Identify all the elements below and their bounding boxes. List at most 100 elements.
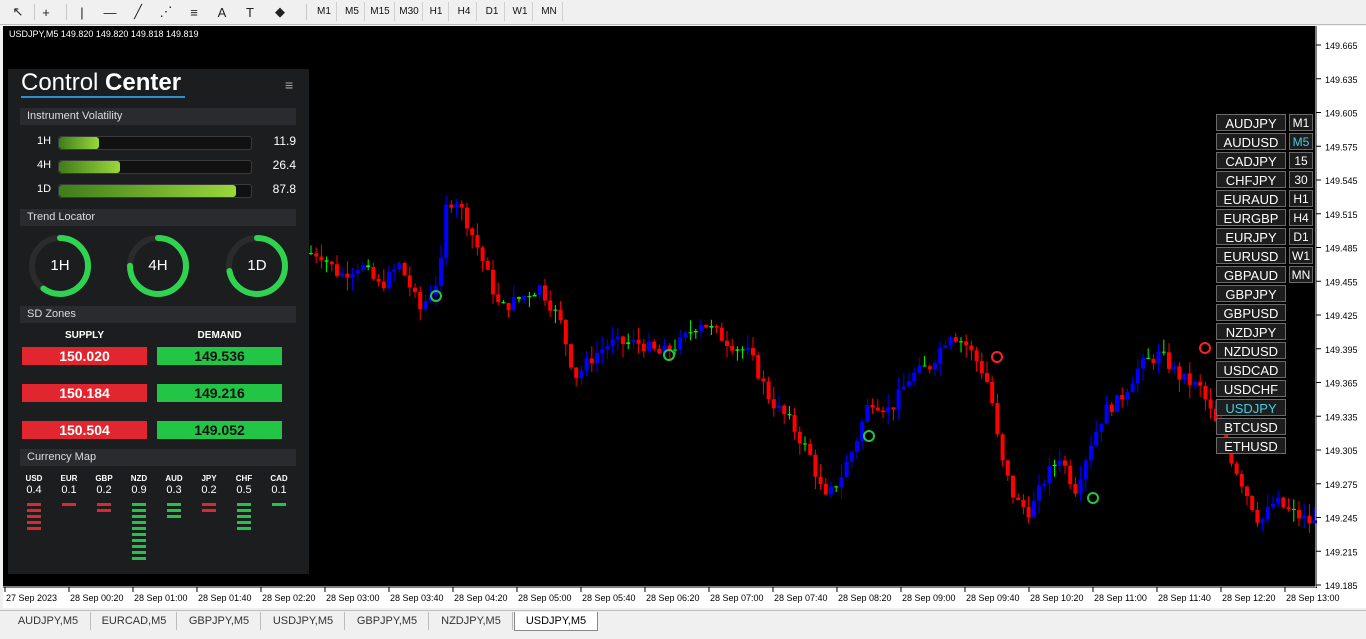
candle-body [392, 269, 397, 272]
volatility-bar-fill [59, 137, 99, 149]
candle-body [1255, 509, 1260, 523]
side-timeframe-m1[interactable]: M1 [1289, 114, 1313, 131]
timeframe-h1[interactable]: H1 [424, 2, 449, 21]
signal-circle [863, 430, 875, 442]
symbol-button-ethusd[interactable]: ETHUSD [1216, 437, 1286, 454]
symbol-button-eurusd[interactable]: EURUSD [1216, 247, 1286, 264]
side-timeframe-d1[interactable]: D1 [1289, 228, 1313, 245]
trend-gauge-1h: 1H [28, 234, 92, 298]
chart-tab[interactable]: USDJPY,M5 [514, 612, 598, 631]
time-label: 28 Sep 01:40 [198, 593, 252, 603]
time-label: 28 Sep 00:20 [70, 593, 124, 603]
time-label: 28 Sep 09:40 [966, 593, 1020, 603]
text-label-icon[interactable]: T [240, 2, 260, 22]
crosshair-icon[interactable]: + [36, 2, 56, 22]
candle-body [454, 203, 459, 208]
symbol-button-btcusd[interactable]: BTCUSD [1216, 418, 1286, 435]
symbol-button-gbpjpy[interactable]: GBPJPY [1216, 285, 1286, 302]
symbol-button-audusd[interactable]: AUDUSD [1216, 133, 1286, 150]
timeframe-d1[interactable]: D1 [480, 2, 505, 21]
symbol-button-usdcad[interactable]: USDCAD [1216, 361, 1286, 378]
candle-body [990, 381, 995, 404]
side-timeframe-15[interactable]: 15 [1289, 152, 1313, 169]
symbol-button-nzdjpy[interactable]: NZDJPY [1216, 323, 1286, 340]
side-timeframe-h1[interactable]: H1 [1289, 190, 1313, 207]
candle-body [527, 295, 532, 297]
candle-body [631, 339, 636, 343]
chart-tab[interactable]: GBPJPY,M5 [178, 612, 261, 630]
candle-body [927, 366, 932, 370]
candle-body [751, 347, 755, 356]
side-timeframe-w1[interactable]: W1 [1289, 247, 1313, 264]
supply-zone: 150.504 [22, 421, 147, 439]
shapes-icon[interactable]: ◆ [270, 2, 290, 22]
timeframe-m15[interactable]: M15 [366, 2, 395, 21]
side-timeframe-h4[interactable]: H4 [1289, 209, 1313, 226]
horizontal-line-icon[interactable]: — [100, 2, 120, 22]
candle-body [397, 262, 402, 270]
candle-body [574, 367, 579, 379]
trend-gauge-label: 1H [50, 257, 70, 274]
timeframe-m5[interactable]: M5 [340, 2, 365, 21]
chart-tab[interactable]: EURCAD,M5 [92, 612, 177, 630]
candle-body [1042, 483, 1047, 486]
candle-body [584, 358, 589, 371]
symbol-button-chfjpy[interactable]: CHFJPY [1216, 171, 1286, 188]
fibonacci-fan-icon[interactable]: ⋰ [156, 2, 176, 22]
side-timeframe-mn[interactable]: MN [1289, 266, 1313, 283]
candle-body [600, 349, 605, 353]
price-label: 149.215 [1325, 547, 1358, 557]
time-label: 28 Sep 01:00 [134, 593, 188, 603]
cursor-icon[interactable]: ↖ [8, 2, 28, 22]
time-label: 28 Sep 02:20 [262, 593, 316, 603]
chart-tab[interactable]: USDJPY,M5 [262, 612, 345, 630]
symbol-button-usdjpy[interactable]: USDJPY [1216, 399, 1286, 416]
menu-icon[interactable]: ≡ [285, 77, 293, 93]
side-timeframe-m5[interactable]: M5 [1289, 133, 1313, 150]
timeframe-m1[interactable]: M1 [312, 2, 337, 21]
candle-body [1187, 373, 1192, 385]
time-label: 28 Sep 10:20 [1030, 593, 1084, 603]
symbol-button-gbpaud[interactable]: GBPAUD [1216, 266, 1286, 283]
symbol-button-eurgbp[interactable]: EURGBP [1216, 209, 1286, 226]
candle-body [797, 431, 802, 444]
strength-bar [237, 527, 251, 530]
vertical-line-icon[interactable]: | [72, 2, 92, 22]
volatility-bar-fill [59, 161, 120, 173]
title-underline [21, 96, 185, 98]
symbol-button-usdchf[interactable]: USDCHF [1216, 380, 1286, 397]
candle-body [1193, 381, 1197, 385]
text-icon[interactable]: A [212, 2, 232, 22]
timeframe-m30[interactable]: M30 [396, 2, 423, 21]
currency-gbp: GBP 0.2 [89, 474, 119, 512]
candle-body [371, 267, 376, 279]
timeframe-mn[interactable]: MN [536, 2, 563, 21]
price-chart[interactable]: 149.665 149.635 149.605 149.575 149.545 149.5… [3, 26, 1366, 608]
symbol-button-eurjpy[interactable]: EURJPY [1216, 228, 1286, 245]
chart-tab[interactable]: GBPJPY,M5 [346, 612, 429, 630]
timeframe-w1[interactable]: W1 [508, 2, 533, 21]
trend-line-icon[interactable]: ╱ [128, 2, 148, 22]
symbol-button-nzdusd[interactable]: NZDUSD [1216, 342, 1286, 359]
strength-bar [62, 503, 76, 506]
side-timeframe-30[interactable]: 30 [1289, 171, 1313, 188]
candle-body [766, 381, 771, 400]
symbol-button-euraud[interactable]: EURAUD [1216, 190, 1286, 207]
demand-zone: 149.052 [157, 421, 282, 439]
symbol-button-cadjpy[interactable]: CADJPY [1216, 152, 1286, 169]
price-label: 149.605 [1325, 109, 1358, 119]
fibonacci-retracement-icon[interactable]: ≡ [184, 2, 204, 22]
symbol-button-gbpusd[interactable]: GBPUSD [1216, 304, 1286, 321]
candle-body [907, 381, 911, 387]
candle-body [657, 348, 662, 354]
symbol-button-audjpy[interactable]: AUDJPY [1216, 114, 1286, 131]
signal-circle [1199, 342, 1211, 354]
volatility-label-1h: 1H [37, 135, 52, 147]
candle-body [855, 440, 859, 453]
candle-body [517, 297, 521, 299]
timeframe-h4[interactable]: H4 [452, 2, 477, 21]
chart-tab[interactable]: NZDJPY,M5 [430, 612, 513, 630]
candle-body [1109, 404, 1114, 413]
strength-bar [132, 539, 146, 542]
chart-tab[interactable]: AUDJPY,M5 [6, 612, 91, 630]
